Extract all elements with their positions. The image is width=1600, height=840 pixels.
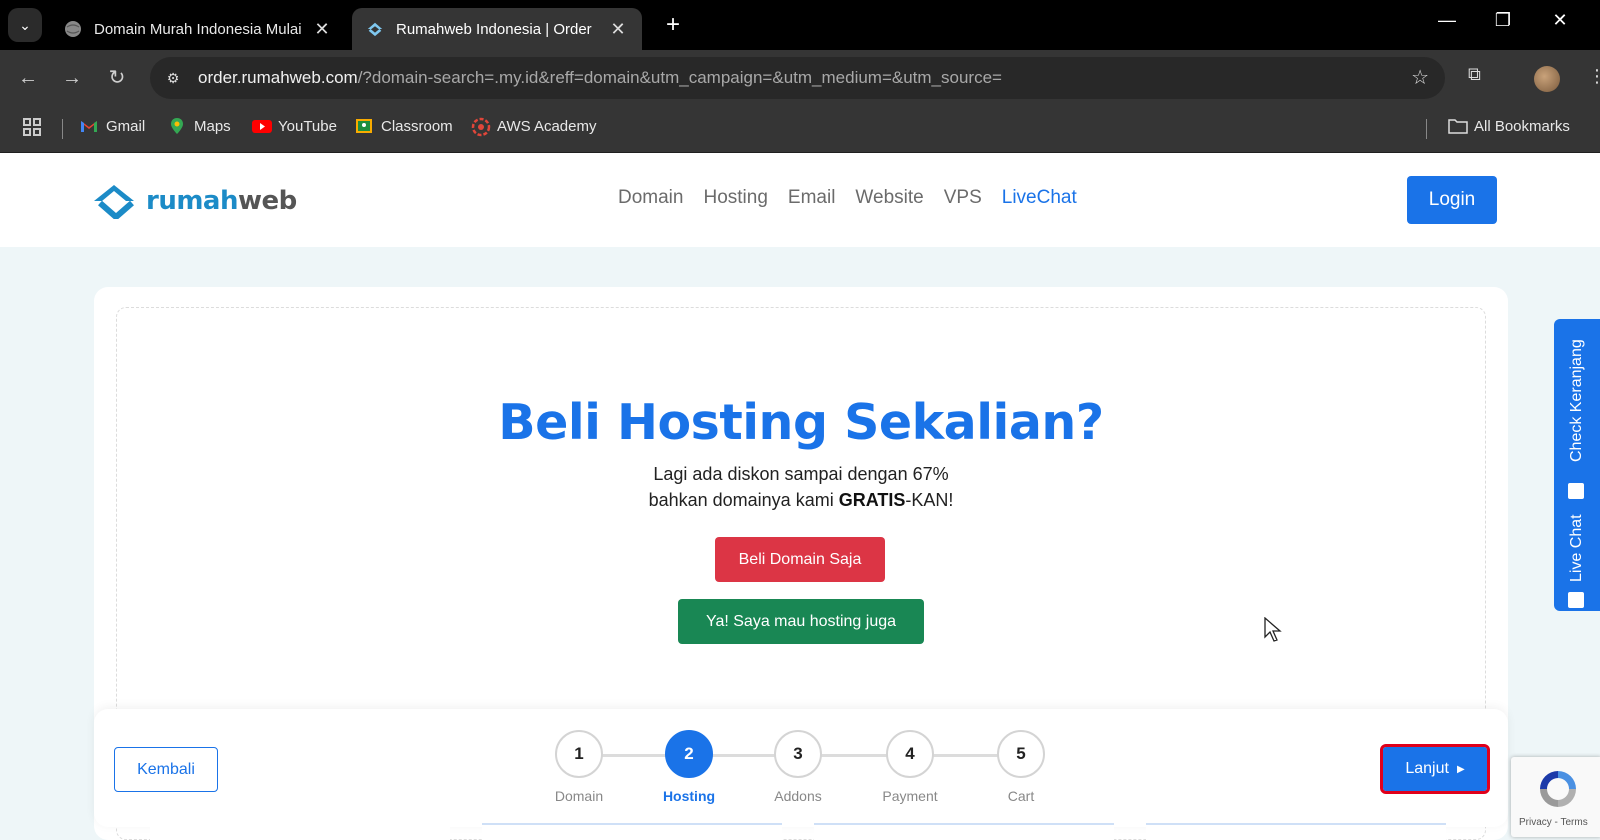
side-action-tab: Check Keranjang Live Chat — [1554, 319, 1600, 611]
browser-toolbar: ← → ↻ ⚙ order.rumahweb.com/?domain-searc… — [0, 50, 1600, 105]
profile-avatar[interactable] — [1534, 66, 1560, 92]
add-hosting-button[interactable]: Ya! Saya mau hosting juga — [678, 599, 924, 644]
plan-card-peek — [814, 823, 1114, 840]
step-number: 1 — [555, 730, 603, 778]
back-button[interactable]: Kembali — [114, 747, 218, 792]
tab-search-button[interactable]: ⌄ — [8, 8, 42, 42]
restore-icon[interactable]: ❐ — [1488, 10, 1518, 31]
maps-pin-icon — [168, 117, 186, 135]
close-icon[interactable]: ✕ — [312, 19, 332, 40]
step-label: Addons — [774, 788, 822, 804]
step-number: 5 — [997, 730, 1045, 778]
aws-academy-icon — [471, 117, 491, 137]
recaptcha-terms[interactable]: Privacy - Terms — [1519, 817, 1588, 828]
globe-icon — [64, 20, 82, 38]
site-info-icon[interactable]: ⚙ — [162, 67, 184, 89]
step-number: 4 — [886, 730, 934, 778]
login-button[interactable]: Login — [1407, 176, 1497, 224]
bookmark-divider — [62, 119, 63, 139]
checkout-stepper-bar: Kembali 1 Domain 2 Hosting 3 Addons 4 Pa… — [94, 709, 1508, 827]
caret-right-icon: ▶ — [1456, 763, 1465, 775]
nav-email[interactable]: Email — [788, 187, 836, 209]
step-hosting[interactable]: 2 Hosting — [649, 730, 729, 804]
bookmark-gmail[interactable]: Gmail — [80, 117, 145, 135]
menu-dots-icon[interactable]: ⋮ — [1588, 66, 1600, 87]
nav-vps[interactable]: VPS — [944, 187, 982, 209]
folder-icon — [1448, 117, 1468, 135]
bookmarks-bar: Gmail Maps YouTube Classroom AWS Academy… — [0, 105, 1600, 153]
recaptcha-icon — [1540, 771, 1576, 807]
youtube-icon — [252, 117, 272, 135]
bookmark-youtube[interactable]: YouTube — [252, 117, 337, 135]
rumahweb-logo-icon — [94, 185, 134, 219]
browser-tab-bar: ⌄ Domain Murah Indonesia Mulai ✕ Rumahwe… — [0, 0, 1600, 50]
classroom-icon — [355, 117, 373, 135]
reload-icon[interactable]: ↻ — [103, 64, 131, 92]
gmail-icon — [80, 117, 98, 135]
plan-card-peek — [482, 823, 782, 840]
step-label: Payment — [882, 788, 938, 804]
new-tab-plus-icon[interactable]: + — [660, 12, 686, 38]
nav-domain[interactable]: Domain — [618, 187, 683, 209]
main-nav: Domain Hosting Email Website VPS LiveCha… — [618, 187, 1077, 209]
nav-hosting[interactable]: Hosting — [703, 187, 767, 209]
live-chat-link[interactable]: Live Chat — [1554, 507, 1600, 589]
bookmark-aws-academy[interactable]: AWS Academy — [471, 117, 596, 137]
close-icon[interactable]: ✕ — [608, 19, 628, 40]
step-label: Cart — [1007, 788, 1035, 804]
discount-text: Lagi ada diskon sampai dengan 67% — [653, 464, 949, 484]
chevron-down-icon: ⌄ — [19, 16, 31, 33]
nav-website[interactable]: Website — [855, 187, 923, 209]
window-close-icon[interactable]: ✕ — [1545, 10, 1575, 31]
all-bookmarks[interactable]: All Bookmarks — [1448, 117, 1570, 135]
tab-title: Domain Murah Indonesia Mulai — [94, 20, 302, 38]
page-title: Beli Hosting Sekalian? — [498, 394, 1104, 451]
url-text[interactable]: order.rumahweb.com/?domain-search=.my.id… — [198, 68, 1002, 88]
next-button[interactable]: Lanjut ▶ — [1380, 744, 1490, 794]
step-label: Hosting — [662, 788, 716, 804]
rumahweb-favicon-icon — [366, 20, 384, 38]
step-domain[interactable]: 1 Domain — [539, 730, 619, 804]
browser-tab-domain[interactable]: Domain Murah Indonesia Mulai ✕ — [50, 8, 346, 50]
free-domain-text: bahkan domainya kami GRATIS-KAN! — [648, 490, 954, 510]
bookmark-star-icon[interactable]: ☆ — [1411, 65, 1429, 90]
apps-grid-icon[interactable] — [22, 117, 42, 137]
bookmark-divider — [1426, 119, 1427, 139]
minimize-icon[interactable]: — — [1432, 10, 1462, 31]
tab-title: Rumahweb Indonesia | Order — [396, 20, 592, 38]
forward-arrow-icon[interactable]: → — [58, 64, 86, 92]
step-payment[interactable]: 4 Payment — [870, 730, 950, 804]
step-number: 2 — [665, 730, 713, 778]
check-cart-link[interactable]: Check Keranjang — [1554, 327, 1600, 475]
chat-icon — [1568, 592, 1584, 608]
bookmark-maps[interactable]: Maps — [168, 117, 231, 135]
rumahweb-logo[interactable]: rumahweb — [92, 183, 297, 219]
browser-tab-order[interactable]: Rumahweb Indonesia | Order ✕ — [352, 8, 642, 50]
address-bar[interactable]: ⚙ order.rumahweb.com/?domain-search=.my.… — [150, 57, 1445, 99]
plan-card-peek — [1146, 823, 1446, 840]
logo-text: rumahweb — [146, 186, 297, 216]
cart-icon — [1568, 483, 1584, 499]
mouse-cursor-icon — [1264, 617, 1282, 642]
buy-domain-only-button[interactable]: Beli Domain Saja — [715, 537, 885, 582]
extensions-icon[interactable]: ⧉ — [1468, 64, 1481, 85]
step-cart[interactable]: 5 Cart — [981, 730, 1061, 804]
back-arrow-icon[interactable]: ← — [14, 64, 42, 92]
step-label: Domain — [554, 788, 604, 804]
step-addons[interactable]: 3 Addons — [758, 730, 838, 804]
site-header: rumahweb Domain Hosting Email Website VP… — [0, 153, 1600, 247]
step-number: 3 — [774, 730, 822, 778]
plan-card-peek — [150, 823, 450, 840]
recaptcha-badge[interactable]: Privacy - Terms — [1511, 757, 1600, 837]
nav-livechat[interactable]: LiveChat — [1002, 187, 1077, 209]
bookmark-classroom[interactable]: Classroom — [355, 117, 453, 135]
